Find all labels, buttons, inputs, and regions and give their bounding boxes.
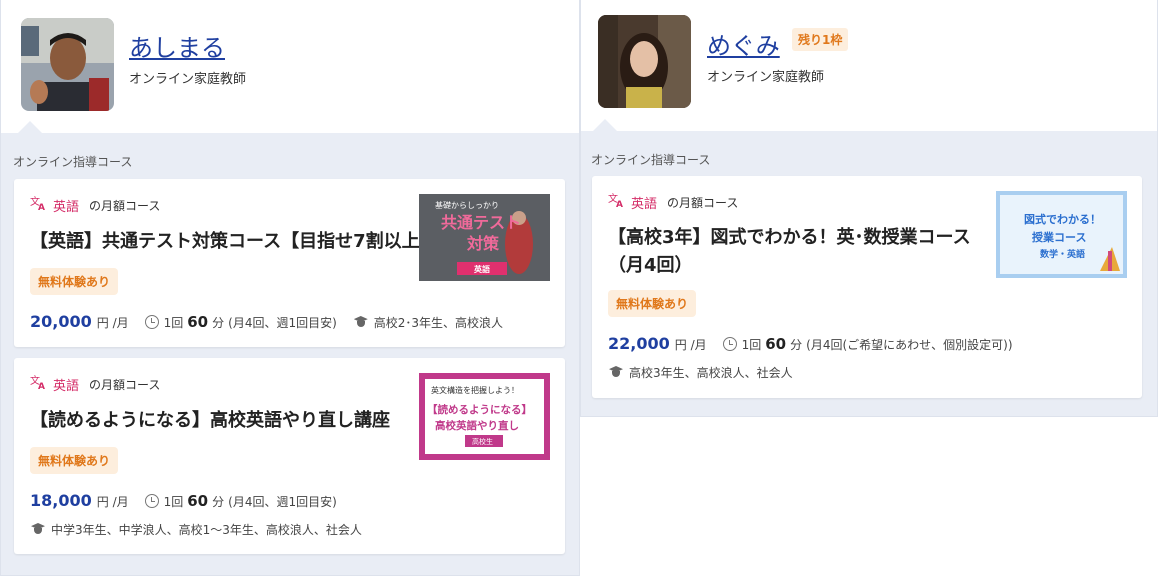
- course-meta: 22,000 円 /月 1回 60 分 (月4回(ご希望にあわせ、個別設定可)): [608, 334, 1013, 353]
- graduation-cap-icon: [608, 366, 624, 378]
- price-unit: 円 /月: [674, 338, 707, 352]
- graduation-cap-icon: [353, 316, 369, 328]
- course-target-row: 高校3年生、高校浪人、社会人: [608, 364, 793, 381]
- tutor-avatar[interactable]: [21, 18, 114, 111]
- course-title-line-1: 【高校3年】図式でわかる！英･数授業コース: [608, 227, 971, 248]
- course-thumbnail[interactable]: 英文構造を把握しよう！ 【読めるようになる】 高校英語やり直し 高校生: [419, 373, 550, 460]
- plan-type: の月額コース: [89, 198, 161, 213]
- translate-icon: 文A: [608, 192, 626, 212]
- tutor-card-megumi: めぐみ 残り1枠 オンライン家庭教師 オンライン指導コース 文A 英語 の月額コ…: [580, 0, 1158, 417]
- course-subject: 文A 英語 の月額コース: [30, 374, 160, 394]
- thumb-text-2: 【読めるようになる】: [427, 403, 532, 416]
- availability-badge: 残り1枠: [792, 28, 849, 51]
- course-price: 20,000: [30, 312, 92, 331]
- course-section: オンライン指導コース 文A 英語 の月額コース 【高校3年】図式でわかる！英･数…: [581, 119, 1157, 416]
- minutes-unit: 分: [212, 495, 225, 509]
- course-subject: 文A 英語 の月額コース: [608, 192, 738, 212]
- thumb-text-1: 基礎からしっかり: [435, 200, 499, 210]
- section-title: オンライン指導コース: [591, 153, 711, 167]
- course-card[interactable]: 文A 英語 の月額コース 【高校3年】図式でわかる！英･数授業コース （月4回）…: [592, 176, 1142, 398]
- course-price: 22,000: [608, 334, 670, 353]
- subject-name: 英語: [53, 378, 80, 394]
- course-thumbnail[interactable]: 基礎からしっかり 共通テスト 対策 英語: [419, 194, 550, 281]
- course-subject: 文A 英語 の月額コース: [30, 195, 160, 215]
- clock-icon: [144, 494, 159, 508]
- price-unit: 円 /月: [96, 316, 129, 330]
- minutes-unit: 分: [790, 338, 803, 352]
- frequency: (月4回、週1回目安): [228, 316, 337, 330]
- tutor-card-ashimaru: あしまる オンライン家庭教師 オンライン指導コース 文A 英語 の月額コース 【…: [0, 0, 580, 576]
- session-minutes: 60: [187, 492, 209, 510]
- svg-text:A: A: [616, 200, 623, 208]
- frequency: (月4回、週1回目安): [228, 495, 337, 509]
- thumb-text-1: 英文構造を把握しよう！: [431, 385, 519, 395]
- tutor-name-link[interactable]: あしまる: [129, 28, 225, 63]
- per-session: 1回: [741, 338, 762, 352]
- per-session: 1回: [163, 495, 184, 509]
- course-meta: 18,000 円 /月 1回 60 分 (月4回、週1回目安): [30, 491, 337, 510]
- per-session: 1回: [163, 316, 184, 330]
- free-trial-badge: 無料体験あり: [30, 268, 119, 295]
- tutor-name-link[interactable]: めぐみ: [707, 26, 780, 61]
- tutor-role: オンライン家庭教師: [707, 70, 825, 85]
- course-section: オンライン指導コース 文A 英語 の月額コース 【英語】共通テスト対策コース【目…: [1, 121, 579, 575]
- thumb-tag: 英語: [473, 264, 490, 274]
- course-card[interactable]: 文A 英語 の月額コース 【英語】共通テスト対策コース【目指せ7割以上】 無料体…: [14, 179, 565, 347]
- course-price: 18,000: [30, 491, 92, 510]
- subject-name: 英語: [631, 196, 658, 212]
- notch-pointer: [593, 119, 617, 131]
- course-title-line-2: （月4回）: [608, 255, 693, 276]
- thumb-text-2: 共通テスト: [441, 213, 521, 232]
- tutor-role: オンライン家庭教師: [129, 72, 247, 87]
- target-students: 中学3年生、中学浪人、高校1～3年生、高校浪人、社会人: [51, 523, 362, 537]
- session-minutes: 60: [187, 313, 209, 331]
- thumb-text-2: 授業コース: [1032, 230, 1086, 244]
- thumb-text-1: 図式でわかる！: [1024, 212, 1101, 226]
- free-trial-badge: 無料体験あり: [608, 290, 697, 317]
- session-minutes: 60: [765, 335, 787, 353]
- thumb-text-3: 対策: [466, 234, 500, 253]
- translate-icon: 文A: [30, 195, 48, 215]
- course-meta: 20,000 円 /月 1回 60 分 (月4回、週1回目安) 高校2･3年生、…: [30, 312, 503, 331]
- free-trial-badge: 無料体験あり: [30, 447, 119, 474]
- course-thumbnail[interactable]: 図式でわかる！ 授業コース 数学・英語: [996, 191, 1127, 278]
- subject-name: 英語: [53, 199, 80, 215]
- svg-text:A: A: [38, 382, 45, 390]
- section-title: オンライン指導コース: [13, 155, 133, 169]
- course-title[interactable]: 【英語】共通テスト対策コース【目指せ7割以上】: [30, 228, 438, 256]
- price-unit: 円 /月: [96, 495, 129, 509]
- thumb-text-3: 高校英語やり直し: [435, 419, 519, 432]
- course-title[interactable]: 【高校3年】図式でわかる！英･数授業コース （月4回）: [608, 224, 971, 280]
- svg-text:A: A: [38, 203, 45, 211]
- thumb-tag: 高校生: [472, 437, 493, 446]
- target-students: 高校2･3年生、高校浪人: [373, 316, 504, 330]
- translate-icon: 文A: [30, 374, 48, 394]
- minutes-unit: 分: [212, 316, 225, 330]
- plan-type: の月額コース: [89, 377, 161, 392]
- notch-pointer: [18, 121, 42, 133]
- clock-icon: [144, 315, 159, 329]
- frequency: (月4回(ご希望にあわせ、個別設定可)): [806, 338, 1013, 352]
- course-card[interactable]: 文A 英語 の月額コース 【読めるようになる】高校英語やり直し講座 無料体験あり…: [14, 358, 565, 554]
- target-students: 高校3年生、高校浪人、社会人: [629, 366, 793, 380]
- clock-icon: [722, 337, 737, 351]
- course-title[interactable]: 【読めるようになる】高校英語やり直し講座: [30, 407, 390, 435]
- thumb-text-3: 数学・英語: [1040, 248, 1085, 260]
- course-target-row: 中学3年生、中学浪人、高校1～3年生、高校浪人、社会人: [30, 521, 362, 538]
- graduation-cap-icon: [30, 523, 46, 535]
- plan-type: の月額コース: [667, 195, 739, 210]
- tutor-avatar[interactable]: [598, 15, 691, 108]
